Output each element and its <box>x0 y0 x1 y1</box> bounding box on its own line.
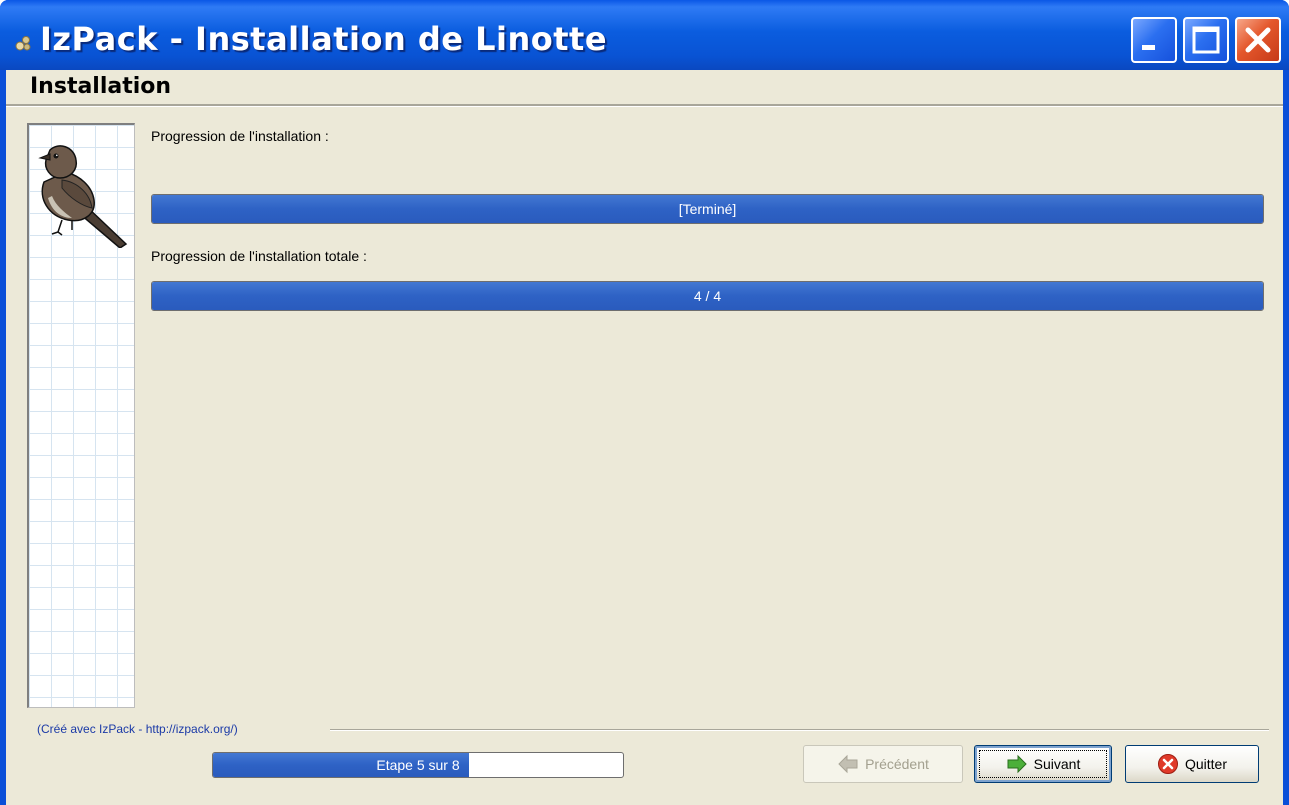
step-progress-bar: Etape 5 sur 8 Etape 5 sur 8 <box>212 752 624 778</box>
total-progress-bar: 4 / 4 <box>151 281 1264 311</box>
credit-link[interactable]: (Créé avec IzPack - http://izpack.org/) <box>37 722 238 736</box>
right-arrow-icon <box>1007 754 1027 774</box>
panel-heading: Installation <box>30 74 172 99</box>
quit-button[interactable]: Quitter <box>1125 745 1259 783</box>
left-arrow-icon <box>838 754 858 774</box>
close-icon <box>1245 27 1271 53</box>
window-title: IzPack - Installation de Linotte <box>40 20 608 58</box>
previous-button[interactable]: Précédent <box>803 745 963 783</box>
current-progress-text: [Terminé] <box>678 201 737 217</box>
quit-button-label: Quitter <box>1184 756 1227 772</box>
current-progress-label: Progression de l'installation : <box>151 128 329 144</box>
next-button[interactable]: Suivant <box>974 745 1112 783</box>
bird-icon <box>38 145 128 248</box>
minimize-button[interactable] <box>1131 17 1177 63</box>
next-button-label: Suivant <box>1033 756 1081 772</box>
maximize-button[interactable] <box>1183 17 1229 63</box>
previous-button-label: Précédent <box>865 756 929 772</box>
step-progress-text: Etape 5 sur 8 <box>376 757 460 773</box>
installer-window: IzPack - Installation de Linotte Install… <box>0 0 1289 805</box>
step-progress-fill: Etape 5 sur 8 <box>213 753 470 777</box>
client-area <box>6 70 1283 805</box>
heading-divider <box>6 104 1283 107</box>
izpack-icon <box>15 36 31 51</box>
total-progress-text: 4 / 4 <box>693 288 722 304</box>
total-progress-label: Progression de l'installation totale : <box>151 248 367 264</box>
close-button[interactable] <box>1235 17 1281 63</box>
title-bar[interactable]: IzPack - Installation de Linotte <box>0 0 1289 70</box>
minimize-icon <box>1142 45 1155 50</box>
current-progress-bar: [Terminé] <box>151 194 1264 224</box>
close-circle-icon <box>1157 754 1178 774</box>
footer-divider <box>330 729 1269 731</box>
maximize-icon <box>1192 26 1220 54</box>
